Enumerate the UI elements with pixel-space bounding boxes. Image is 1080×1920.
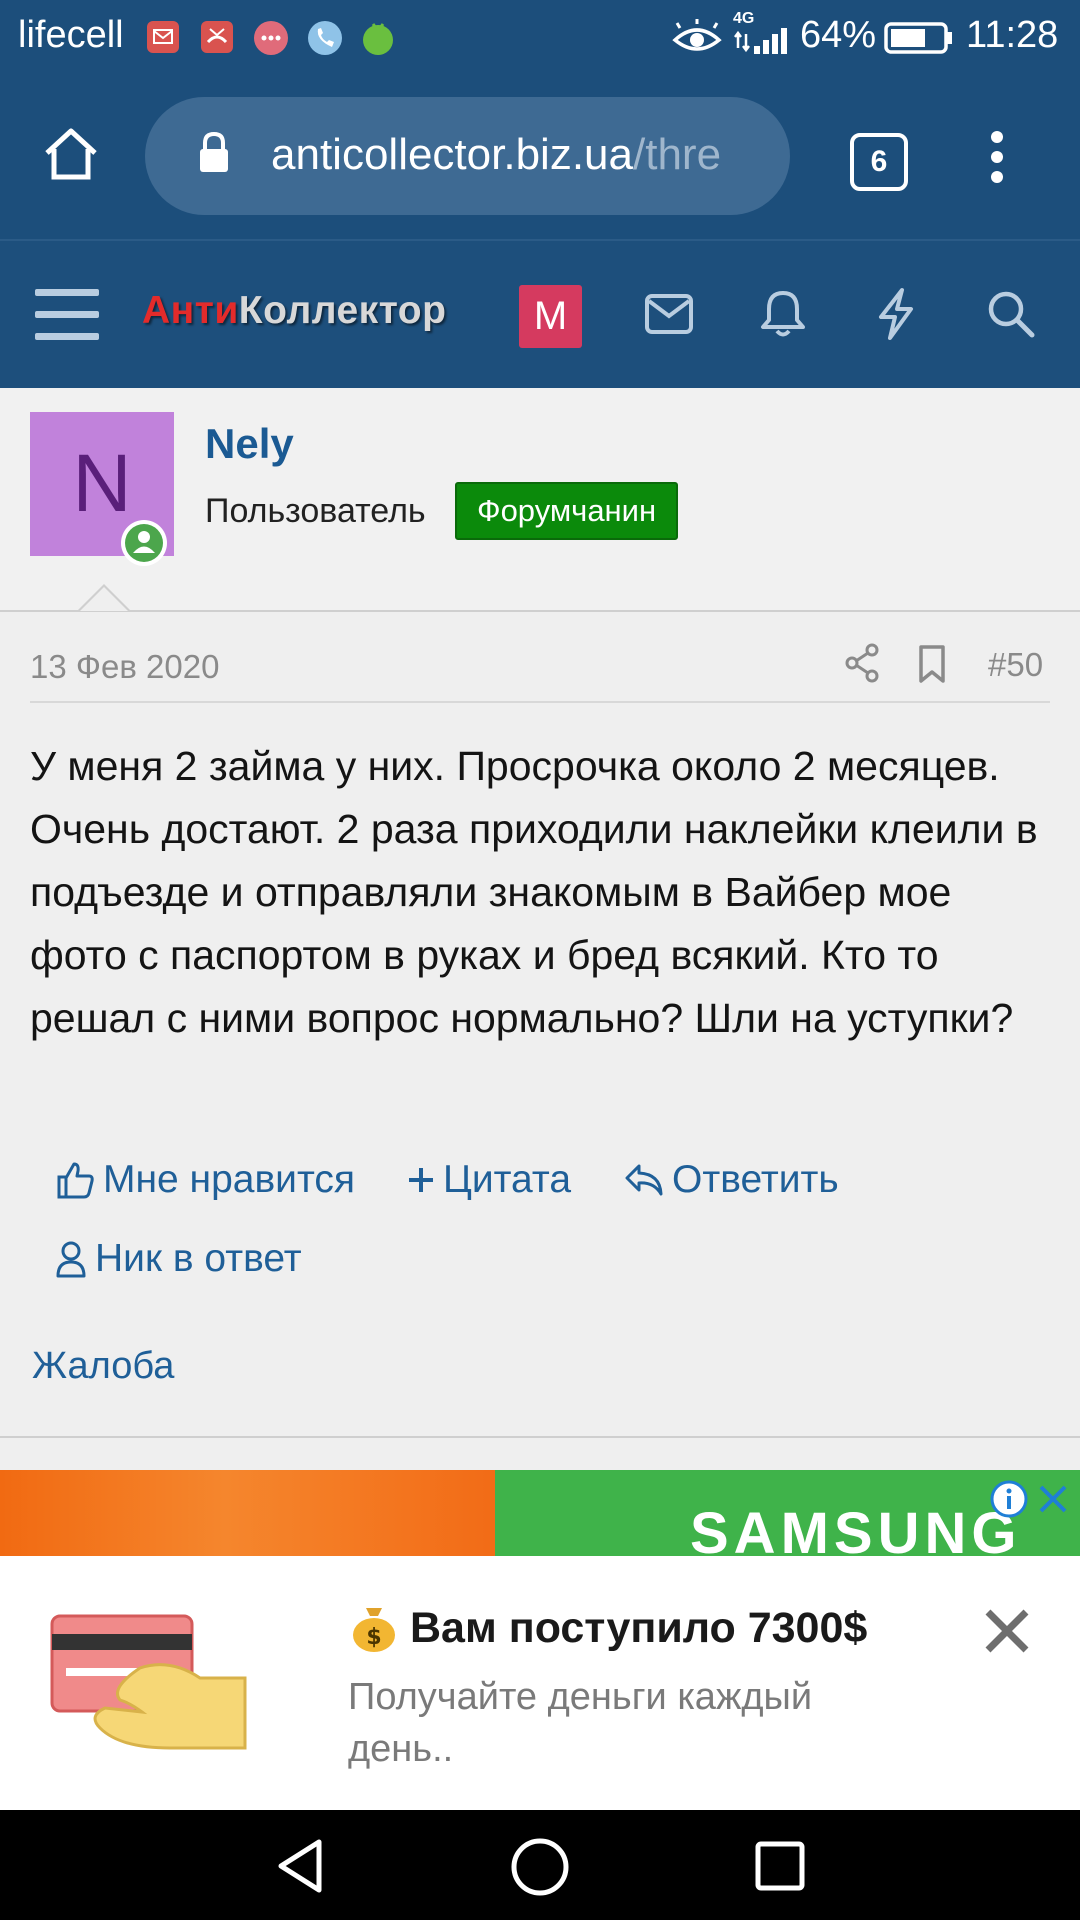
author-pointer-fill: [80, 587, 128, 611]
browser-toolbar: anticollector.biz.ua/thre 6: [0, 75, 1080, 239]
ad-close-icon[interactable]: [1036, 1482, 1070, 1516]
nick-reply-button[interactable]: Ник в ответ: [55, 1237, 302, 1281]
mail-icon[interactable]: [644, 293, 694, 335]
address-bar[interactable]: anticollector.biz.ua/thre: [145, 97, 790, 215]
svg-text:$: $: [366, 1625, 381, 1650]
post-author-block: N Nely Пользователь Форумчанин: [0, 388, 1080, 612]
money-bag-icon: $: [348, 1602, 400, 1654]
carrier-label: lifecell: [18, 14, 124, 56]
home-icon[interactable]: [42, 125, 100, 183]
signal-icon: [734, 28, 794, 56]
bookmark-icon[interactable]: [917, 644, 947, 684]
post-bottom-divider: [0, 1436, 1080, 1438]
lock-icon: [197, 131, 231, 175]
close-icon[interactable]: [982, 1606, 1032, 1656]
post-number-link[interactable]: #50: [988, 646, 1043, 684]
report-link[interactable]: Жалоба: [32, 1345, 174, 1388]
quote-label: Цитата: [443, 1158, 572, 1201]
ad-title: $ Вам поступило 7300$: [348, 1602, 867, 1654]
user-icon: [55, 1240, 87, 1278]
ad-subtitle: Получайте деньги каждый день..: [348, 1676, 813, 1770]
ad-orange-image: [0, 1470, 500, 1556]
android-icon: [360, 18, 396, 58]
lightning-icon[interactable]: [876, 287, 916, 341]
username-link[interactable]: Nely: [205, 420, 294, 468]
recents-icon[interactable]: [754, 1840, 806, 1892]
plus-icon: [407, 1166, 435, 1194]
ad-info-icon[interactable]: [990, 1480, 1028, 1518]
card-hand-icon: [50, 1608, 250, 1758]
missed-call-icon: [200, 20, 234, 54]
url-host: anticollector.biz.ua: [271, 130, 633, 179]
post-date[interactable]: 13 Фев 2020: [30, 648, 219, 686]
nick-reply-label: Ник в ответ: [95, 1237, 302, 1280]
user-rank-badge: Форумчанин: [455, 482, 679, 540]
search-icon[interactable]: [986, 289, 1036, 339]
like-label: Мне нравится: [103, 1158, 356, 1201]
online-status-icon: [121, 520, 167, 566]
quote-button[interactable]: Цитата: [407, 1158, 571, 1202]
reply-button[interactable]: Ответить: [624, 1158, 839, 1202]
site-logo[interactable]: АнтиКоллектор: [142, 289, 446, 333]
logo-part-anti: Анти: [142, 289, 239, 332]
meta-divider: [30, 701, 1050, 703]
system-nav-bar: [0, 1810, 1080, 1920]
bell-icon[interactable]: [760, 289, 806, 339]
banner-ad[interactable]: SAMSUNG: [0, 1470, 1080, 1556]
back-icon[interactable]: [275, 1838, 325, 1894]
share-icon[interactable]: [844, 643, 880, 683]
phone-icon: [307, 20, 343, 56]
post-body-text: У меня 2 займа у них. Просрочка около 2 …: [30, 743, 1038, 1041]
message-bubble-icon: [253, 20, 289, 56]
battery-percent: 64%: [800, 14, 877, 56]
overflow-menu-icon[interactable]: [985, 129, 1009, 185]
hamburger-menu-icon[interactable]: [35, 287, 99, 343]
url-text: anticollector.biz.ua/thre: [271, 130, 771, 180]
url-path: /thre: [633, 130, 722, 179]
clock: 11:28: [966, 14, 1059, 56]
reply-label: Ответить: [672, 1158, 839, 1201]
ad-brand-text: SAMSUNG: [690, 1501, 1022, 1556]
thumbs-up-icon: [55, 1160, 95, 1200]
battery-icon: [884, 22, 954, 54]
eye-icon: [672, 18, 722, 58]
account-avatar-button[interactable]: M: [519, 285, 582, 348]
status-bar: lifecell 4G 64% 11:28: [0, 0, 1080, 75]
site-header: АнтиКоллектор M: [0, 239, 1080, 390]
network-type: 4G: [733, 10, 755, 27]
mail-notification-icon: [146, 20, 180, 54]
logo-part-collector: Коллектор: [238, 289, 447, 332]
reply-arrow-icon: [624, 1162, 664, 1198]
home-circle-icon[interactable]: [510, 1837, 570, 1897]
notification-ad[interactable]: $ Вам поступило 7300$ Получайте деньги к…: [0, 1556, 1080, 1810]
user-role: Пользователь: [205, 492, 426, 530]
like-button[interactable]: Мне нравится: [55, 1158, 355, 1202]
tab-switcher-button[interactable]: 6: [850, 133, 908, 191]
ad-title-text: Вам поступило 7300$: [410, 1603, 868, 1652]
